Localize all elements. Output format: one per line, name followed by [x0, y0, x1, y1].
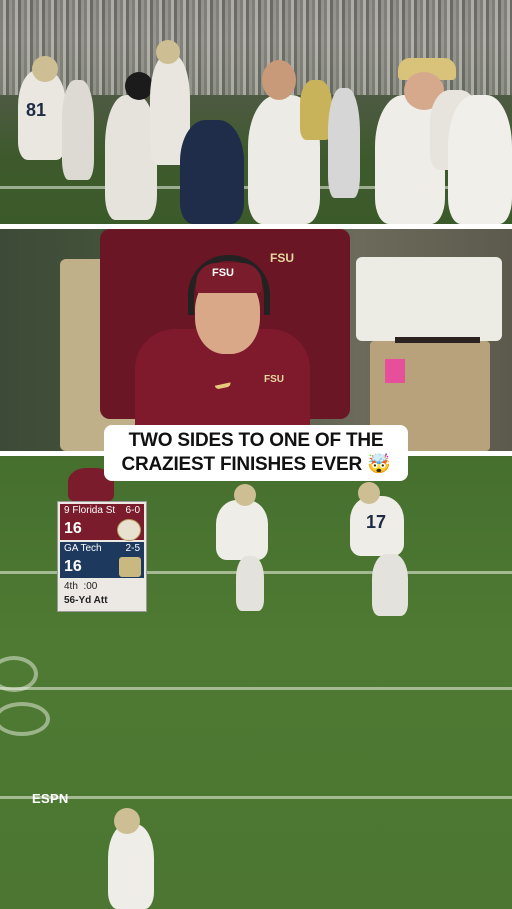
team2-score-row: 16: [60, 555, 144, 578]
team1-record: 6-0: [125, 505, 140, 516]
helmet: [114, 808, 140, 834]
belt: [395, 337, 480, 343]
situation: 56-Yd Att: [64, 595, 108, 606]
gt-player-bottom: [108, 824, 154, 909]
helmet: [125, 72, 153, 100]
game-clock-row: 4th :00: [60, 580, 144, 594]
helmet: [234, 484, 256, 506]
situation-row: 56-Yd Att: [60, 594, 144, 608]
team2-name: GA Tech: [64, 543, 102, 554]
clock: :00: [83, 581, 98, 592]
jersey-number: 81: [26, 100, 47, 120]
team2-record: 2-5: [125, 543, 140, 554]
fsu-logo-icon: [117, 519, 141, 541]
helmet: [156, 40, 180, 64]
coach-head: [262, 60, 296, 100]
jacket-logo: FSU: [270, 251, 294, 265]
coach: [180, 120, 244, 224]
team1-score: 16: [64, 520, 82, 537]
field-number: [0, 702, 50, 736]
team1-rank: 9: [64, 505, 70, 516]
gt-player-legs: [236, 556, 264, 611]
scoreboard: 9 Florida St 6-0 16 GA Tech 2-5 16 4th :…: [57, 501, 147, 612]
player: [62, 80, 94, 180]
network-watermark: ESPN: [32, 791, 69, 806]
yard-line: [0, 687, 512, 690]
jersey-number: 17: [366, 512, 387, 532]
caption-text: TWO SIDES TO ONE OF THE CRAZIEST FINISHE…: [121, 430, 391, 475]
gt-logo-icon: [119, 557, 141, 577]
gt-player-legs: [372, 554, 408, 616]
sideline-celebration-panel: 81: [0, 0, 512, 224]
helmet: [358, 482, 380, 504]
staff-member: [448, 95, 512, 224]
quarter: 4th: [64, 581, 78, 592]
cap-logo: FSU: [212, 267, 234, 279]
team2-header: GA Tech 2-5: [60, 542, 144, 555]
helmet: [32, 56, 58, 82]
team1-score-row: 16: [60, 517, 144, 541]
team2-score: 16: [64, 558, 82, 575]
shirt-logo: FSU: [264, 374, 284, 385]
team1-header: 9 Florida St 6-0: [60, 504, 144, 517]
pink-card: [385, 359, 405, 383]
video-caption: TWO SIDES TO ONE OF THE CRAZIEST FINISHE…: [104, 425, 408, 481]
staff-member: [328, 88, 360, 198]
staff-white-shirt: [356, 257, 502, 341]
yard-line: [0, 796, 512, 799]
fsu-coach-panel: FSU FSU FSU: [0, 229, 512, 451]
gt-player: [216, 500, 268, 560]
team1-name: Florida St: [72, 505, 116, 516]
